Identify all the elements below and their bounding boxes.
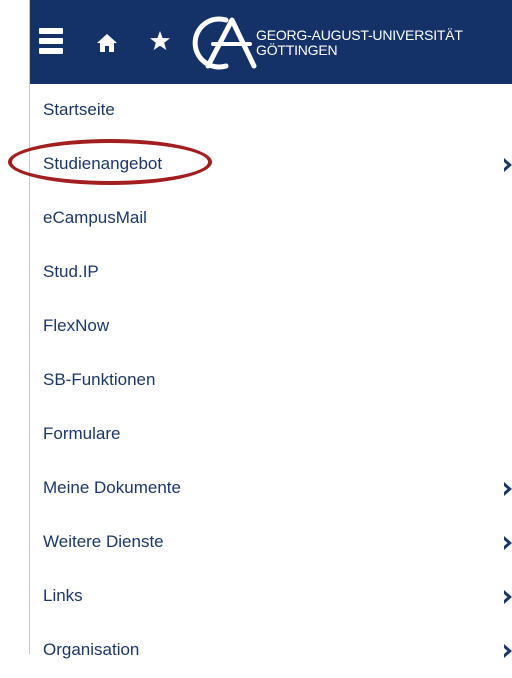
navigation-panel: GEORG-AUGUST-UNIVERSITÄT GÖTTINGEN Start… (29, 0, 512, 659)
university-name: GEORG-AUGUST-UNIVERSITÄT GÖTTINGEN (256, 28, 463, 58)
menu-item-weitere-dienste[interactable]: Weitere Dienste (30, 516, 512, 570)
university-name-line1: GEORG-AUGUST-UNIVERSITÄT (256, 27, 463, 43)
chevron-right-icon[interactable] (503, 481, 512, 497)
menu-item-label: Weitere Dienste (43, 532, 164, 551)
menu-item-flexnow[interactable]: FlexNow (30, 300, 512, 354)
menu-item-label: Organisation (43, 640, 140, 659)
university-name-line2: GÖTTINGEN (256, 42, 338, 58)
menu-item-label: Stud.IP (43, 262, 99, 281)
menu-item-meine-dokumente[interactable]: Meine Dokumente (30, 462, 512, 516)
chevron-right-icon[interactable] (503, 157, 512, 173)
header-bar: GEORG-AUGUST-UNIVERSITÄT GÖTTINGEN (30, 0, 512, 84)
hamburger-menu-icon[interactable] (39, 28, 65, 56)
menu-item-label: Formulare (43, 424, 121, 443)
menu-item-label: Meine Dokumente (43, 478, 181, 497)
menu-item-label: eCampusMail (43, 208, 147, 227)
menu-item-label: SB-Funktionen (43, 370, 156, 389)
home-icon[interactable] (96, 32, 118, 54)
chevron-right-icon[interactable] (503, 535, 512, 551)
chevron-right-icon[interactable] (503, 589, 512, 605)
menu-item-studip[interactable]: Stud.IP (30, 246, 512, 300)
menu-item-label: Startseite (43, 100, 115, 119)
menu-item-startseite[interactable]: Startseite (30, 84, 512, 138)
menu-item-ecampusmail[interactable]: eCampusMail (30, 192, 512, 246)
menu-item-formulare[interactable]: Formulare (30, 408, 512, 462)
star-icon[interactable] (149, 30, 171, 52)
menu-item-links[interactable]: Links (30, 570, 512, 624)
chevron-right-icon[interactable] (503, 643, 512, 659)
menu-item-sb-funktionen[interactable]: SB-Funktionen (30, 354, 512, 408)
menu-item-label: Studienangebot (43, 154, 163, 173)
menu-item-label: Links (43, 586, 83, 605)
main-menu: Startseite Studienangebot eCampusMail St… (30, 84, 512, 678)
university-logo-icon (192, 16, 257, 70)
menu-item-label: FlexNow (43, 316, 110, 335)
menu-item-organisation[interactable]: Organisation (30, 624, 512, 678)
menu-item-studienangebot[interactable]: Studienangebot (30, 138, 512, 192)
